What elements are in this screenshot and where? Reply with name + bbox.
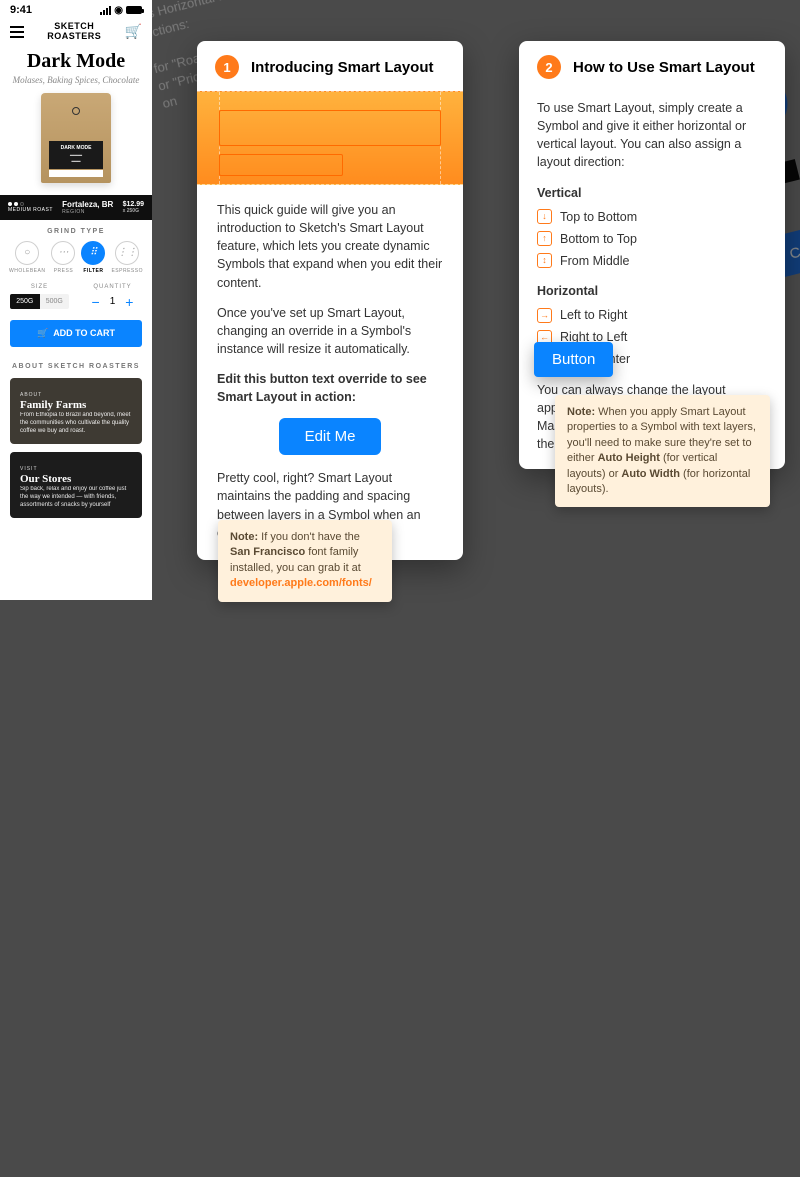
region-city: Fortaleza, BR <box>62 200 113 209</box>
product-bag-image: DARK MODE━━━━━━━ <box>41 93 111 183</box>
brand-logo: SKETCHROASTERS <box>47 22 101 42</box>
status-time: 9:41 <box>10 4 32 16</box>
product-title: Dark Mode <box>12 50 140 73</box>
dir-left-right-icon: → <box>537 308 552 323</box>
product-hero: Dark Mode Molases, Baking Spices, Chocol… <box>0 50 152 195</box>
step-badge: 2 <box>537 55 561 79</box>
tutorial-card-1: 1 Introducing Smart Layout This quick gu… <box>197 41 463 560</box>
cart-icon: 🛒 <box>37 328 48 339</box>
status-bar: 9:41 ◉ <box>0 0 152 18</box>
qty-value: 1 <box>110 296 116 307</box>
region-label: REGION <box>62 209 113 215</box>
grind-wholebean[interactable]: ○WHOLEBEAN <box>9 241 45 274</box>
qty-plus[interactable]: + <box>125 294 133 310</box>
smart-layout-illustration <box>197 91 463 185</box>
story-body: Sip back, relax and enjoy our coffee jus… <box>20 486 132 509</box>
sample-button-symbol[interactable]: Button <box>534 342 613 377</box>
grind-press[interactable]: ⋯PRESS <box>51 241 75 274</box>
card-paragraph: This quick guide will give you an introd… <box>217 201 443 292</box>
card-paragraph-bold: Edit this button text override to see Sm… <box>217 370 443 406</box>
size-column: SIZE 250G 500G <box>10 284 69 310</box>
dir-top-bottom-icon: ↓ <box>537 209 552 224</box>
horizontal-header: Horizontal <box>537 282 767 300</box>
note-auto-height-width: Note: When you apply Smart Layout proper… <box>555 395 770 507</box>
story-body: From Ethiopia to Brazil and beyond, meet… <box>20 412 132 435</box>
vertical-direction-list: ↓ Top to Bottom ↑ Bottom to Top ↕ From Midd… <box>537 206 767 272</box>
about-header: ABOUT SKETCH ROASTERS <box>0 353 152 378</box>
dir-label: Bottom to Top <box>560 230 637 248</box>
region-block: Fortaleza, BR REGION <box>62 200 113 215</box>
dir-label: Top to Bottom <box>560 208 637 226</box>
phone-mockup: 9:41 ◉ SKETCHROASTERS 🛒 Dark Mode Molase… <box>0 0 152 600</box>
quantity-column: QUANTITY − 1 + <box>83 284 142 310</box>
size-500[interactable]: 500G <box>40 294 70 309</box>
story-card-farms[interactable]: ABOUT Family Farms From Ethiopia to Braz… <box>10 378 142 444</box>
font-download-link[interactable]: developer.apple.com/fonts/ <box>230 577 372 589</box>
price-block: $12.99 x 250G <box>123 201 144 214</box>
signal-icon <box>100 6 111 15</box>
card-paragraph: To use Smart Layout, simply create a Sym… <box>537 99 767 172</box>
dir-from-middle-icon: ↕ <box>537 253 552 268</box>
grind-espresso[interactable]: ⋮⋮ESPRESSO <box>111 241 143 274</box>
note-san-francisco-font: Note: If you don't have the San Francisc… <box>218 520 392 602</box>
bg-text: es Horizontal L <box>139 0 227 23</box>
edit-me-button[interactable]: Edit Me <box>279 418 382 455</box>
story-eyebrow: ABOUT <box>20 392 132 398</box>
story-title: Our Stores <box>20 473 132 485</box>
wifi-icon: ◉ <box>114 5 123 16</box>
qty-minus[interactable]: − <box>92 294 100 310</box>
dir-bottom-top-icon: ↑ <box>537 231 552 246</box>
quantity-header: QUANTITY <box>83 284 142 290</box>
dir-label: From Middle <box>560 252 629 270</box>
price-value: $12.99 <box>123 201 144 208</box>
cart-icon[interactable]: 🛒 <box>125 23 142 40</box>
grind-type-header: GRIND TYPE <box>0 220 152 241</box>
add-to-cart-button[interactable]: 🛒 ADD TO CART <box>10 320 142 347</box>
roast-level-dots <box>8 202 53 206</box>
grind-filter[interactable]: ⠿FILTER <box>81 241 105 274</box>
note-label: Note: <box>567 406 595 418</box>
roast-level-label: MEDIUM ROAST <box>8 207 53 213</box>
story-card-stores[interactable]: VISIT Our Stores Sip back, relax and enj… <box>10 452 142 518</box>
story-title: Family Farms <box>20 399 132 411</box>
bg-text: on <box>161 93 179 111</box>
grind-type-row: ○WHOLEBEAN ⋯PRESS ⠿FILTER ⋮⋮ESPRESSO <box>0 241 152 280</box>
add-to-cart-label: ADD TO CART <box>53 328 115 338</box>
size-header: SIZE <box>10 284 69 290</box>
battery-icon <box>126 6 142 14</box>
menu-icon[interactable] <box>10 26 24 38</box>
card-paragraph: Once you've set up Smart Layout, changin… <box>217 304 443 358</box>
vertical-header: Vertical <box>537 184 767 202</box>
note-label: Note: <box>230 531 258 543</box>
nav-bar: SKETCHROASTERS 🛒 <box>0 18 152 50</box>
product-subtitle: Molases, Baking Spices, Chocolate <box>12 75 140 85</box>
card-title: How to Use Smart Layout <box>573 59 755 76</box>
product-meta-band: MEDIUM ROAST Fortaleza, BR REGION $12.99… <box>0 195 152 220</box>
card-title: Introducing Smart Layout <box>251 59 434 76</box>
story-eyebrow: VISIT <box>20 466 132 472</box>
step-badge: 1 <box>215 55 239 79</box>
price-per: x 250G <box>123 208 144 214</box>
dir-label: Left to Right <box>560 306 627 324</box>
size-250[interactable]: 250G <box>10 294 40 309</box>
